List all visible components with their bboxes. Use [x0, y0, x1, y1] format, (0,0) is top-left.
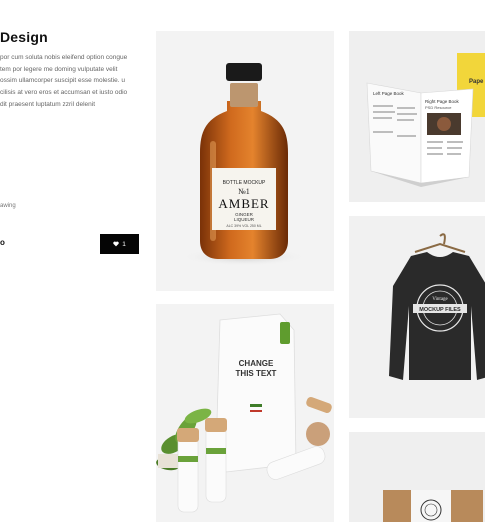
bottle-label-number: №1	[238, 187, 250, 196]
amber-bottle-image: BOTTLE MOCKUP №1 AMBER GINGER LIQUEUR AL…	[156, 31, 334, 291]
project-date-fragment: o	[0, 238, 5, 247]
portfolio-item-tea-packaging[interactable]: CHANGE THIS TEXT	[156, 304, 334, 522]
book-side-text: Pape	[469, 79, 484, 85]
project-description: por cum soluta nobis eleifend option con…	[0, 52, 148, 111]
project-title: Design	[0, 29, 48, 45]
portfolio-item-book-mockup[interactable]: Pape Left Page Book Right Page Book PSD …	[349, 31, 485, 202]
sweatshirt-mockup-image: Vintage MOCKUP FILES	[349, 216, 485, 418]
description-line: por cum soluta nobis eleifend option con…	[0, 54, 128, 61]
like-count: 1	[122, 240, 126, 248]
portfolio-item-amber-bottle[interactable]: BOTTLE MOCKUP №1 AMBER GINGER LIQUEUR AL…	[156, 31, 334, 291]
description-line: tem por legere me doming vulputate velit	[0, 65, 118, 73]
book-right-page-title: Right Page Book	[425, 99, 460, 104]
box-mockup-image	[349, 432, 485, 522]
description-line: ossim ullamcorper suscipit esse molestie…	[0, 77, 125, 85]
description-line: cilisis at vero eros et accumsan et iust…	[0, 89, 128, 97]
bottle-label-name: AMBER	[218, 196, 269, 211]
portfolio-item-sweatshirt-mockup[interactable]: Vintage MOCKUP FILES	[349, 216, 485, 418]
book-mockup-image: Pape Left Page Book Right Page Book PSD …	[349, 31, 485, 202]
book-left-page-title: Left Page Book	[373, 91, 405, 96]
bottle-label-top: BOTTLE MOCKUP	[223, 180, 266, 186]
heart-icon	[113, 241, 119, 247]
sweatshirt-badge-main: MOCKUP FILES	[419, 307, 461, 313]
bag-text-line1: CHANGE	[239, 359, 274, 368]
tea-packaging-image: CHANGE THIS TEXT	[156, 304, 334, 522]
bag-text-line2: THIS TEXT	[236, 369, 277, 378]
project-details-panel: Design por cum soluta nobis eleifend opt…	[0, 0, 150, 522]
bottle-label-sub2: LIQUEUR	[234, 217, 255, 222]
book-right-page-subtitle: PSD Resource	[425, 105, 452, 110]
description-line: dit praesent luptatum zzril delenit	[0, 100, 96, 108]
like-button[interactable]: 1	[100, 234, 139, 254]
project-category: awing	[0, 203, 16, 209]
sweatshirt-badge-top: Vintage	[432, 297, 448, 302]
portfolio-item-box-mockup[interactable]	[349, 432, 485, 522]
bottle-label-small: ALC 39% VOL 250 ML	[226, 224, 261, 228]
